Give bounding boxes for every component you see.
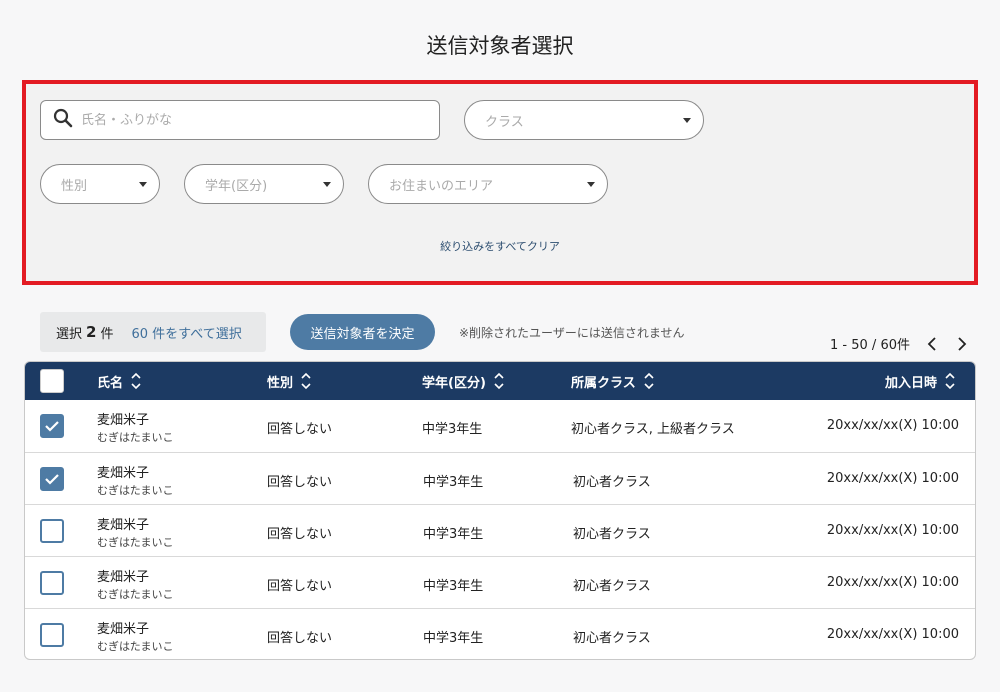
- chevron-right-icon[interactable]: [954, 336, 970, 352]
- clear-filters-link[interactable]: 絞り込みをすべてクリア: [26, 238, 974, 254]
- cell-name: 麦畑米子 むぎはたまいこ: [97, 618, 173, 654]
- name-kanji: 麦畑米子: [97, 570, 150, 585]
- area-select-label: お住まいのエリア: [389, 178, 494, 194]
- table-row: 麦畑米子 むぎはたまいこ 回答しない 中学3年生 初心者クラス 20xx/xx/…: [25, 556, 975, 608]
- grade-select-label: 学年(区分): [205, 178, 268, 194]
- cell-grade: 中学3年生: [423, 527, 484, 542]
- row-checkbox[interactable]: [40, 571, 64, 595]
- selection-summary: 選択 2 件 60 件をすべて選択: [40, 312, 266, 352]
- cell-class: 初心者クラス: [573, 631, 651, 646]
- cell-gender: 回答しない: [267, 422, 333, 437]
- name-kana: むぎはたまいこ: [97, 588, 174, 601]
- header-grade[interactable]: 学年(区分): [422, 362, 504, 400]
- header-joined[interactable]: 加入日時: [885, 362, 955, 400]
- selection-prefix: 選択: [56, 326, 83, 342]
- name-kanji: 麦畑米子: [97, 466, 150, 481]
- table-body: 麦畑米子 むぎはたまいこ 回答しない 中学3年生 初心者クラス, 上級者クラス …: [25, 400, 975, 659]
- checkmark-icon: [45, 474, 59, 485]
- cell-grade: 中学3年生: [422, 422, 483, 437]
- pagination-range: 1 - 50 / 60件: [830, 338, 910, 353]
- sort-icon[interactable]: [131, 372, 141, 390]
- filter-panel: クラス 性別 学年(区分) お住まいのエリア 絞り込みをすべてクリア: [22, 80, 978, 285]
- header-name[interactable]: 氏名: [97, 362, 141, 400]
- cell-gender: 回答しない: [267, 475, 333, 490]
- gender-select-label: 性別: [61, 178, 88, 194]
- sort-icon[interactable]: [945, 372, 955, 390]
- table-row: 麦畑米子 むぎはたまいこ 回答しない 中学3年生 初心者クラス, 上級者クラス …: [25, 400, 975, 452]
- checkmark-icon: [45, 421, 59, 432]
- name-kanji: 麦畑米子: [97, 413, 150, 428]
- name-kana: むぎはたまいこ: [97, 484, 174, 497]
- header-class-label: 所属クラス: [571, 375, 636, 391]
- cell-class: 初心者クラス: [573, 527, 651, 542]
- cell-gender: 回答しない: [267, 631, 333, 646]
- cell-gender: 回答しない: [267, 527, 333, 542]
- chevron-down-icon: [587, 182, 595, 187]
- cell-class: 初心者クラス: [573, 579, 651, 594]
- name-kana: むぎはたまいこ: [97, 536, 174, 549]
- search-input[interactable]: [81, 112, 401, 128]
- name-kanji: 麦畑米子: [97, 622, 150, 637]
- cell-name: 麦畑米子 むぎはたまいこ: [97, 514, 173, 550]
- header-joined-label: 加入日時: [884, 375, 937, 391]
- cell-joined: 20xx/xx/xx(X) 10:00: [826, 523, 959, 538]
- chevron-down-icon: [683, 118, 691, 123]
- header-class[interactable]: 所属クラス: [571, 362, 654, 400]
- cell-joined: 20xx/xx/xx(X) 10:00: [826, 418, 959, 433]
- row-checkbox[interactable]: [40, 414, 64, 438]
- table-row: 麦畑米子 むぎはたまいこ 回答しない 中学3年生 初心者クラス 20xx/xx/…: [25, 504, 975, 556]
- area-select[interactable]: お住まいのエリア: [368, 164, 608, 204]
- gender-select[interactable]: 性別: [40, 164, 160, 204]
- chevron-down-icon: [323, 182, 331, 187]
- cell-name: 麦畑米子 むぎはたまいこ: [97, 462, 173, 498]
- header-grade-label: 学年(区分): [422, 375, 486, 391]
- notice-text: ※削除されたユーザーには送信されません: [459, 326, 685, 340]
- name-kana: むぎはたまいこ: [97, 431, 174, 444]
- sort-icon[interactable]: [644, 372, 654, 390]
- decide-recipients-button[interactable]: 送信対象者を決定: [290, 314, 435, 350]
- selection-suffix: 件: [100, 326, 114, 342]
- search-icon: [53, 108, 73, 132]
- cell-name: 麦畑米子 むぎはたまいこ: [97, 566, 173, 602]
- sort-icon[interactable]: [494, 372, 504, 390]
- name-kana: むぎはたまいこ: [97, 640, 174, 653]
- class-select[interactable]: クラス: [464, 100, 704, 140]
- cell-gender: 回答しない: [267, 579, 333, 594]
- recipients-table: 氏名 性別 学年(区分) 所属クラス 加入日時 麦畑米子 むぎはたまいこ 回答し…: [24, 361, 976, 660]
- cell-grade: 中学3年生: [423, 631, 484, 646]
- header-name-label: 氏名: [97, 375, 124, 391]
- class-select-label: クラス: [485, 114, 524, 130]
- header-gender[interactable]: 性別: [267, 362, 311, 400]
- header-gender-label: 性別: [267, 375, 294, 391]
- grade-select[interactable]: 学年(区分): [184, 164, 344, 204]
- cell-grade: 中学3年生: [423, 579, 484, 594]
- cell-joined: 20xx/xx/xx(X) 10:00: [826, 627, 959, 642]
- selection-count: 2: [86, 323, 97, 341]
- table-header: 氏名 性別 学年(区分) 所属クラス 加入日時: [25, 362, 975, 400]
- row-checkbox[interactable]: [40, 519, 64, 543]
- name-kanji: 麦畑米子: [97, 518, 150, 533]
- pagination: 1 - 50 / 60件: [830, 334, 970, 353]
- select-all-link[interactable]: 60 件をすべて選択: [131, 323, 241, 342]
- row-checkbox[interactable]: [40, 623, 64, 647]
- table-row: 麦畑米子 むぎはたまいこ 回答しない 中学3年生 初心者クラス 20xx/xx/…: [25, 452, 975, 504]
- chevron-down-icon: [139, 182, 147, 187]
- chevron-left-icon[interactable]: [924, 336, 940, 352]
- sort-icon[interactable]: [301, 372, 311, 390]
- cell-joined: 20xx/xx/xx(X) 10:00: [826, 575, 959, 590]
- select-all-checkbox[interactable]: [40, 369, 64, 393]
- cell-class: 初心者クラス, 上級者クラス: [571, 422, 735, 437]
- search-box[interactable]: [40, 100, 440, 140]
- cell-grade: 中学3年生: [423, 475, 484, 490]
- cell-name: 麦畑米子 むぎはたまいこ: [97, 409, 173, 445]
- page-title: 送信対象者選択: [426, 34, 574, 58]
- cell-joined: 20xx/xx/xx(X) 10:00: [826, 471, 959, 486]
- row-checkbox[interactable]: [40, 467, 64, 491]
- table-row: 麦畑米子 むぎはたまいこ 回答しない 中学3年生 初心者クラス 20xx/xx/…: [25, 608, 975, 659]
- cell-class: 初心者クラス: [573, 475, 651, 490]
